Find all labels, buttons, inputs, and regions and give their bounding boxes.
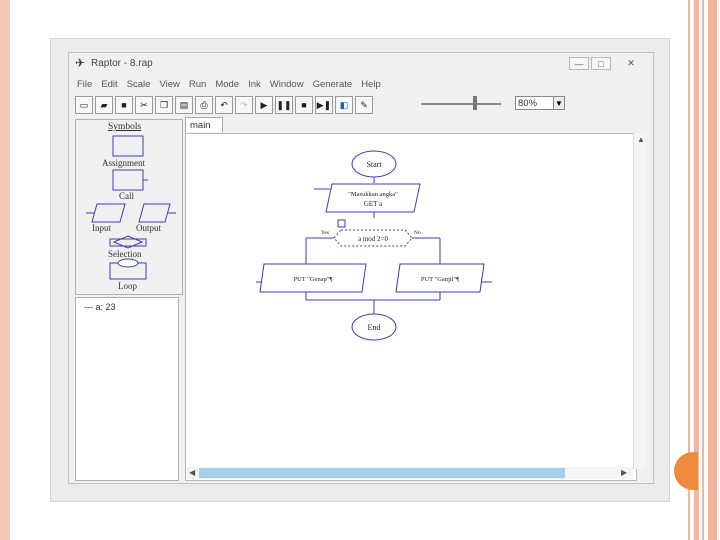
end-label: End	[368, 323, 381, 332]
vertical-scrollbar[interactable]: ▲	[633, 133, 646, 469]
variable-a: --- a: 23	[84, 302, 116, 312]
play-icon[interactable]: ▶	[255, 96, 273, 114]
assignment-symbol[interactable]	[112, 135, 144, 157]
cut-icon[interactable]: ✂	[135, 96, 153, 114]
input-get-label: GET a	[364, 200, 383, 208]
slide-left-border	[0, 0, 10, 540]
menu-edit[interactable]: Edit	[101, 79, 117, 93]
save-icon[interactable]: ■	[115, 96, 133, 114]
call-label: Call	[119, 191, 134, 201]
close-button[interactable]: ✕	[621, 57, 641, 70]
symbols-panel: Symbols Assignment Call Input Output Sel…	[75, 119, 183, 295]
minimize-button[interactable]: —	[569, 57, 589, 70]
speed-slider-thumb[interactable]	[473, 96, 477, 110]
output-left-label: PUT "Genap"¶	[293, 276, 332, 283]
symbol-shapes	[86, 135, 176, 280]
slide-stripe	[702, 0, 704, 540]
raptor-window: ✈ Raptor - 8.rap — □ ✕ File Edit Scale V…	[68, 52, 654, 484]
step-icon[interactable]: ▶❚	[315, 96, 333, 114]
menu-mode[interactable]: Mode	[215, 79, 239, 93]
menu-scale[interactable]: Scale	[127, 79, 151, 93]
menu-help[interactable]: Help	[361, 79, 381, 93]
variables-panel: --- a: 23	[75, 297, 179, 481]
menu-view[interactable]: View	[159, 79, 179, 93]
output-right-label: PUT "Ganjil"¶	[421, 276, 459, 283]
paste-icon[interactable]: ▤	[175, 96, 193, 114]
slide-stripe	[708, 0, 717, 540]
open-icon[interactable]: ▰	[95, 96, 113, 114]
undo-icon[interactable]: ↶	[215, 96, 233, 114]
loop-label: Loop	[118, 281, 137, 291]
stop-icon[interactable]: ■	[295, 96, 313, 114]
pause-icon[interactable]: ❚❚	[275, 96, 293, 114]
pen-icon[interactable]: ✎	[355, 96, 373, 114]
menu-run[interactable]: Run	[189, 79, 206, 93]
input-label: Input	[92, 223, 111, 233]
selection-label: Selection	[108, 249, 142, 259]
print-icon[interactable]: ⎙	[195, 96, 213, 114]
input-symbol[interactable]	[91, 203, 126, 223]
flowchart: Start "Masukkan angka" GET a a mod 2=0 Y…	[256, 150, 492, 341]
output-label: Output	[136, 223, 162, 233]
new-icon[interactable]: ▭	[75, 96, 93, 114]
loop-oval	[117, 258, 139, 268]
menu-window[interactable]: Window	[270, 79, 304, 93]
yes-label: Yes	[321, 230, 329, 236]
start-label: Start	[366, 160, 382, 169]
output-symbol[interactable]	[138, 203, 171, 223]
flowchart-canvas[interactable]: Start "Masukkan angka" GET a a mod 2=0 Y…	[185, 133, 637, 481]
condition-label: a mod 2=0	[358, 235, 388, 243]
menu-file[interactable]: File	[77, 79, 92, 93]
chevron-down-icon[interactable]: ▼	[553, 96, 565, 110]
assignment-label: Assignment	[102, 158, 146, 168]
page-marker	[674, 452, 698, 490]
menu-generate[interactable]: Generate	[313, 79, 353, 93]
speed-slider-track[interactable]	[421, 103, 501, 105]
scroll-left-icon[interactable]: ◀	[189, 468, 195, 477]
horizontal-scroll-thumb[interactable]	[199, 468, 565, 478]
title-bar: ✈ Raptor - 8.rap — □ ✕	[69, 53, 653, 75]
step-to-icon[interactable]: ◧	[335, 96, 353, 114]
redo-icon[interactable]: ↷	[235, 96, 253, 114]
input-prompt-label: "Masukkan angka"	[348, 191, 398, 198]
scroll-up-icon[interactable]: ▲	[637, 135, 645, 144]
no-label: No	[414, 230, 421, 236]
call-symbol[interactable]	[112, 169, 144, 191]
maximize-button[interactable]: □	[591, 57, 611, 70]
copy-icon[interactable]: ❐	[155, 96, 173, 114]
decision-marker	[337, 219, 346, 228]
horizontal-scrollbar[interactable]: ◀ ▶	[187, 467, 633, 479]
zoom-value: 80%	[518, 98, 538, 109]
toolbar: ▭ ▰ ■ ✂ ❐ ▤ ⎙ ↶ ↷ ▶ ❚❚ ■ ▶❚ ◧ ✎	[75, 95, 375, 115]
window-title: Raptor - 8.rap	[91, 58, 153, 69]
menu-ink[interactable]: Ink	[248, 79, 261, 93]
scroll-right-icon[interactable]: ▶	[621, 468, 627, 477]
tab-main[interactable]: main	[185, 117, 223, 132]
menu-bar: File Edit Scale View Run Mode Ink Window…	[77, 79, 390, 93]
raptor-logo-icon: ✈	[75, 56, 86, 70]
